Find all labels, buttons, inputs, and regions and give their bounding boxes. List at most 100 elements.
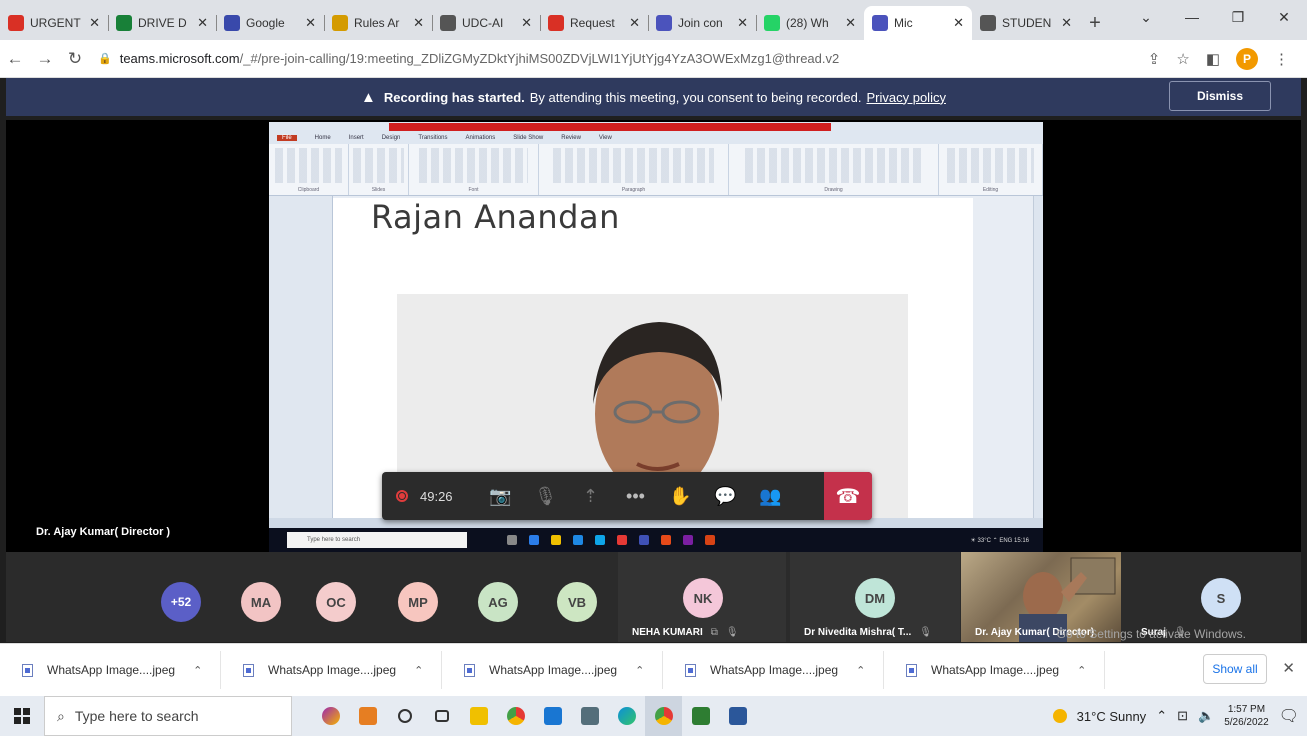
participant-tile-dm[interactable]: DM Dr Nivedita Mishra( T... 🎙: [790, 552, 960, 642]
start-button[interactable]: [0, 708, 44, 724]
browser-tab[interactable]: URGENT ✕: [0, 6, 108, 40]
slide-title: Rajan Anandan: [371, 198, 620, 236]
store-icon[interactable]: [571, 696, 608, 736]
share-screen-button[interactable]: ⇡: [568, 486, 613, 507]
close-tab-icon[interactable]: ✕: [197, 15, 208, 31]
browser-tab[interactable]: Rules Ar ✕: [324, 6, 432, 40]
profile-avatar[interactable]: P: [1236, 47, 1258, 70]
banner-bold: Recording has started.: [383, 89, 525, 105]
participant-avatar[interactable]: MP: [398, 582, 438, 622]
url-field[interactable]: 🔒 teams.microsoft.com /_#/pre-join-calli…: [98, 51, 1148, 66]
close-tab-icon[interactable]: ✕: [845, 15, 856, 31]
app-icon[interactable]: [349, 696, 386, 736]
task-view-icon[interactable]: [423, 696, 460, 736]
dismiss-button[interactable]: Dismiss: [1169, 81, 1271, 111]
browser-tab[interactable]: (28) Wh ✕: [756, 6, 864, 40]
browser-tab[interactable]: Mic ✕: [864, 6, 972, 40]
clock[interactable]: 1:57 PM 5/26/2022: [1224, 703, 1269, 729]
browser-tab[interactable]: DRIVE D ✕: [108, 6, 216, 40]
browser-tab[interactable]: Google ✕: [216, 6, 324, 40]
browser-tab[interactable]: Request ✕: [540, 6, 648, 40]
close-tab-icon[interactable]: ✕: [89, 15, 100, 31]
tab-title: Rules Ar: [354, 16, 400, 30]
leave-call-button[interactable]: ☎: [824, 472, 872, 520]
file-explorer-icon[interactable]: [460, 696, 497, 736]
tab-title: Mic: [894, 16, 913, 30]
close-window-button[interactable]: ✕: [1261, 0, 1307, 34]
mic-muted-icon: 🎙: [919, 627, 932, 638]
download-item[interactable]: WhatsApp Image....jpeg ⌃: [884, 651, 1105, 689]
download-item[interactable]: WhatsApp Image....jpeg ⌃: [0, 651, 221, 689]
photos-icon[interactable]: [682, 696, 719, 736]
more-actions-button[interactable]: •••: [613, 486, 658, 507]
chevron-up-icon[interactable]: ⌃: [193, 664, 202, 677]
mic-off-button[interactable]: 🎙: [523, 486, 568, 507]
weather-icon: [1052, 709, 1067, 723]
cortana-icon[interactable]: [312, 696, 349, 736]
image-file-icon: [464, 663, 475, 677]
overflow-participants-button[interactable]: +52: [161, 582, 201, 622]
back-button[interactable]: ←: [0, 49, 30, 69]
chevron-up-icon[interactable]: ⌃: [1156, 708, 1167, 724]
watermark-line: Go to Settings to activate Windows.: [1056, 627, 1246, 641]
close-tab-icon[interactable]: ✕: [629, 15, 640, 31]
participant-tile-nk[interactable]: NK NEHA KUMARI ⧉ 🎙: [618, 552, 786, 642]
participant-avatar[interactable]: VB: [557, 582, 597, 622]
gmail-icon: [8, 15, 24, 31]
notifications-icon[interactable]: 🗨: [1279, 706, 1299, 726]
taskbar-search[interactable]: ⌕ Type here to search: [44, 696, 292, 736]
close-tab-icon[interactable]: ✕: [413, 15, 424, 31]
tab-search-icon[interactable]: ⌄: [1123, 0, 1169, 34]
browser-tab[interactable]: UDC-AI ✕: [432, 6, 540, 40]
browser-tab[interactable]: Join con ✕: [648, 6, 756, 40]
record-icon: [396, 490, 408, 502]
weather-text[interactable]: 31°C Sunny: [1077, 709, 1147, 724]
close-downloads-icon[interactable]: ✕: [1282, 659, 1295, 677]
download-item[interactable]: WhatsApp Image....jpeg ⌃: [663, 651, 884, 689]
globe-icon: [980, 15, 996, 31]
participant-avatar[interactable]: OC: [316, 582, 356, 622]
system-tray: 31°C Sunny ⌃ ⊡ 🔈 1:57 PM 5/26/2022 🗨: [1052, 703, 1307, 729]
edge-icon[interactable]: [608, 696, 645, 736]
word-icon[interactable]: [719, 696, 756, 736]
privacy-policy-link[interactable]: Privacy policy: [866, 90, 945, 105]
chevron-up-icon[interactable]: ⌃: [856, 664, 865, 677]
download-item[interactable]: WhatsApp Image....jpeg ⌃: [221, 651, 442, 689]
raise-hand-button[interactable]: ✋: [658, 486, 703, 507]
recording-indicator: 49:26: [382, 489, 478, 504]
chrome-icon[interactable]: [497, 696, 534, 736]
close-tab-icon[interactable]: ✕: [521, 15, 532, 31]
network-icon[interactable]: ⊡: [1177, 708, 1188, 724]
new-tab-button[interactable]: +: [1080, 6, 1110, 40]
camera-off-button[interactable]: 📷: [478, 486, 523, 507]
restore-button[interactable]: ❐: [1215, 0, 1261, 34]
chevron-up-icon[interactable]: ⌃: [635, 664, 644, 677]
close-tab-icon[interactable]: ✕: [305, 15, 316, 31]
minimize-button[interactable]: —: [1169, 0, 1215, 34]
tab-title: STUDEN: [1002, 16, 1052, 30]
participant-avatar[interactable]: AG: [478, 582, 518, 622]
slide-canvas: Rajan Anandan: [333, 198, 973, 518]
participant-avatar[interactable]: MA: [241, 582, 281, 622]
download-item[interactable]: WhatsApp Image....jpeg ⌃: [442, 651, 663, 689]
reload-button[interactable]: ↻: [60, 49, 90, 69]
chevron-up-icon[interactable]: ⌃: [414, 664, 423, 677]
forward-button[interactable]: →: [30, 49, 60, 69]
menu-kebab-icon[interactable]: ⋮: [1274, 50, 1289, 68]
close-tab-icon[interactable]: ✕: [737, 15, 748, 31]
chat-button[interactable]: 💬: [703, 486, 748, 507]
side-panel-icon[interactable]: ◧: [1206, 50, 1220, 68]
share-icon[interactable]: ⇪: [1148, 50, 1161, 68]
show-all-button[interactable]: Show all: [1203, 654, 1267, 684]
circle-icon[interactable]: [386, 696, 423, 736]
teams-icon: [872, 15, 888, 31]
close-tab-icon[interactable]: ✕: [1061, 15, 1072, 31]
chrome-active-icon[interactable]: [645, 696, 682, 736]
volume-icon[interactable]: 🔈: [1198, 708, 1214, 724]
chevron-up-icon[interactable]: ⌃: [1077, 664, 1086, 677]
browser-tab[interactable]: STUDEN ✕: [972, 6, 1080, 40]
participants-button[interactable]: 👥: [748, 486, 793, 507]
mail-icon[interactable]: [534, 696, 571, 736]
bookmark-star-icon[interactable]: ☆: [1176, 50, 1189, 68]
close-tab-icon[interactable]: ✕: [953, 15, 964, 31]
